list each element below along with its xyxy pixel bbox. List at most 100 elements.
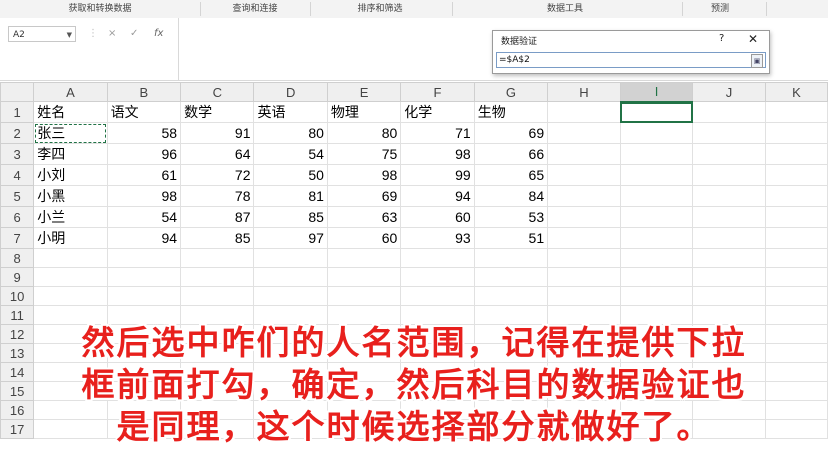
ribbon-group-data-tools[interactable]: 数据工具 — [520, 0, 610, 18]
cell-d4[interactable]: 50 — [253, 164, 328, 186]
cell-i5[interactable] — [619, 185, 694, 207]
cell-j3[interactable] — [692, 143, 766, 165]
cell-c6[interactable]: 87 — [180, 206, 255, 228]
range-reference-input[interactable]: =$A$2 ▣ — [496, 52, 766, 68]
cell-g4[interactable]: 65 — [473, 164, 549, 186]
insert-function-icon[interactable]: fx — [154, 26, 163, 42]
cell-k10[interactable] — [764, 286, 828, 306]
column-header-c[interactable]: C — [180, 82, 255, 102]
enter-icon[interactable]: ✓ — [130, 26, 138, 42]
ribbon-group-sort-filter[interactable]: 排序和筛选 — [330, 0, 430, 18]
cell-f3[interactable]: 98 — [400, 143, 475, 165]
cell-j9[interactable] — [692, 267, 766, 287]
cell-g8[interactable] — [473, 248, 549, 268]
row-header[interactable]: 5 — [0, 185, 35, 207]
cell-a2[interactable]: 张三 — [33, 122, 108, 144]
cell-g9[interactable] — [473, 267, 549, 287]
cell-d2[interactable]: 80 — [253, 122, 328, 144]
cell-b5[interactable]: 98 — [106, 185, 182, 207]
cell-h10[interactable] — [547, 286, 621, 306]
cell-g2[interactable]: 69 — [473, 122, 549, 144]
cell-j6[interactable] — [692, 206, 766, 228]
cell-f7[interactable]: 93 — [400, 227, 475, 249]
column-header-b[interactable]: B — [106, 82, 182, 102]
cell-d1[interactable]: 英语 — [253, 101, 328, 123]
cell-h2[interactable] — [547, 122, 621, 144]
cell-h7[interactable] — [547, 227, 621, 249]
cell-k5[interactable] — [764, 185, 828, 207]
cell-k7[interactable] — [764, 227, 828, 249]
cell-f1[interactable]: 化学 — [400, 101, 475, 123]
cell-c7[interactable]: 85 — [180, 227, 255, 249]
cell-j7[interactable] — [692, 227, 766, 249]
cell-j4[interactable] — [692, 164, 766, 186]
cell-a9[interactable] — [33, 267, 108, 287]
cell-b4[interactable]: 61 — [106, 164, 182, 186]
cell-e5[interactable]: 69 — [326, 185, 402, 207]
cell-h6[interactable] — [547, 206, 621, 228]
cell-e7[interactable]: 60 — [326, 227, 402, 249]
row-header[interactable]: 8 — [0, 248, 35, 268]
column-header-j[interactable]: J — [692, 82, 766, 102]
ribbon-group-get-transform[interactable]: 获取和转换数据 — [40, 0, 160, 18]
cell-f8[interactable] — [400, 248, 475, 268]
cell-k3[interactable] — [764, 143, 828, 165]
cell-d7[interactable]: 97 — [253, 227, 328, 249]
row-header[interactable]: 9 — [0, 267, 35, 287]
row-header[interactable]: 7 — [0, 227, 35, 249]
cell-g7[interactable]: 51 — [473, 227, 549, 249]
cell-a4[interactable]: 小刘 — [33, 164, 108, 186]
cell-b8[interactable] — [106, 248, 182, 268]
cell-b3[interactable]: 96 — [106, 143, 182, 165]
cell-c5[interactable]: 78 — [180, 185, 255, 207]
cell-a8[interactable] — [33, 248, 108, 268]
cell-a7[interactable]: 小明 — [33, 227, 108, 249]
cell-c3[interactable]: 64 — [180, 143, 255, 165]
cell-h3[interactable] — [547, 143, 621, 165]
cell-g1[interactable]: 生物 — [473, 101, 549, 123]
cell-h1[interactable] — [547, 101, 621, 123]
cell-e10[interactable] — [326, 286, 402, 306]
cell-h8[interactable] — [547, 248, 621, 268]
name-box[interactable]: A2 ▼ — [8, 26, 76, 42]
cell-d9[interactable] — [253, 267, 328, 287]
cell-f9[interactable] — [400, 267, 475, 287]
cell-k9[interactable] — [764, 267, 828, 287]
expand-dialog-icon[interactable]: ▣ — [751, 54, 763, 68]
cell-e6[interactable]: 63 — [326, 206, 402, 228]
cell-a3[interactable]: 李四 — [33, 143, 108, 165]
help-icon[interactable]: ? — [719, 33, 724, 44]
cell-b2[interactable]: 58 — [106, 122, 182, 144]
cell-b1[interactable]: 语文 — [106, 101, 182, 123]
cell-i9[interactable] — [619, 267, 694, 287]
cell-i3[interactable] — [619, 143, 694, 165]
column-header-h[interactable]: H — [547, 82, 621, 102]
column-header-e[interactable]: E — [326, 82, 402, 102]
cell-e8[interactable] — [326, 248, 402, 268]
cell-d10[interactable] — [253, 286, 328, 306]
cell-f4[interactable]: 99 — [400, 164, 475, 186]
column-header-i[interactable]: I — [619, 82, 694, 103]
cell-d3[interactable]: 54 — [253, 143, 328, 165]
cell-c8[interactable] — [180, 248, 255, 268]
cell-k4[interactable] — [764, 164, 828, 186]
cell-c2[interactable]: 91 — [180, 122, 255, 144]
cell-c1[interactable]: 数学 — [180, 101, 255, 123]
ribbon-group-queries[interactable]: 查询和连接 — [210, 0, 300, 18]
select-all-corner[interactable] — [0, 82, 35, 102]
cell-e9[interactable] — [326, 267, 402, 287]
cell-k6[interactable] — [764, 206, 828, 228]
chevron-down-icon[interactable]: ▼ — [67, 27, 72, 43]
cell-a10[interactable] — [33, 286, 108, 306]
cell-i2[interactable] — [619, 122, 694, 144]
column-header-f[interactable]: F — [400, 82, 475, 102]
cell-f5[interactable]: 94 — [400, 185, 475, 207]
cell-j2[interactable] — [692, 122, 766, 144]
cell-j8[interactable] — [692, 248, 766, 268]
cell-c4[interactable]: 72 — [180, 164, 255, 186]
cell-i8[interactable] — [619, 248, 694, 268]
cell-b9[interactable] — [106, 267, 182, 287]
cell-e4[interactable]: 98 — [326, 164, 402, 186]
cell-g3[interactable]: 66 — [473, 143, 549, 165]
cell-i6[interactable] — [619, 206, 694, 228]
